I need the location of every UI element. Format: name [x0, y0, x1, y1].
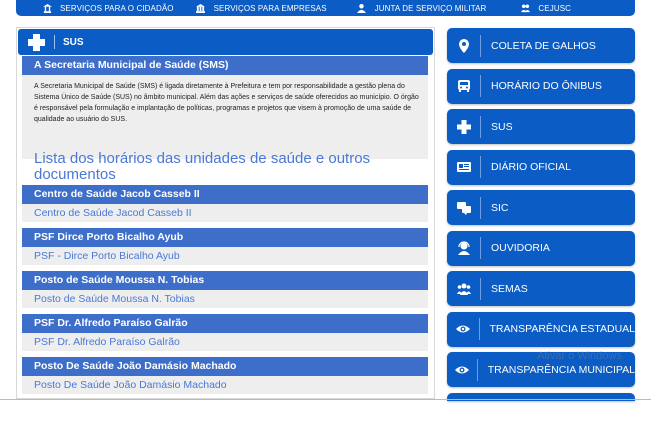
- sidebar-button-sus[interactable]: SUS: [447, 109, 635, 144]
- button-divider: [480, 115, 481, 138]
- sidebar-button-label: COLETA DE GALHOS: [491, 39, 596, 52]
- eye-icon: [453, 352, 472, 387]
- sidebar-button-semas[interactable]: SEMAS: [447, 271, 635, 306]
- watermark-subtext: ara: [592, 364, 603, 371]
- windows-activation-watermark: Ativar o Windows: [537, 350, 622, 362]
- info-title: A Secretaria Municipal de Saúde (SMS): [22, 56, 428, 75]
- building-icon: [196, 3, 206, 13]
- sidebar-button-transparencia-estadual[interactable]: TRANSPARÊNCIA ESTADUAL: [447, 311, 635, 347]
- main-content-panel: SUS A Secretaria Municipal de Saúde (SMS…: [16, 27, 435, 399]
- list-item: PSF Dr. Alfredo Paraíso Galrão PSF Dr. A…: [22, 314, 428, 351]
- sidebar-button-label: SIC: [491, 201, 509, 214]
- unit-name: Posto de Saúde Moussa N. Tobias: [22, 271, 428, 290]
- sidebar-button-label: SUS: [491, 120, 513, 133]
- medical-cross-icon: [453, 109, 475, 144]
- sidebar-button-coleta-de-galhos[interactable]: COLETA DE GALHOS: [447, 28, 635, 63]
- unit-document-link[interactable]: PSF Dr. Alfredo Paraíso Galrão: [22, 333, 428, 351]
- unit-name: Centro de Saúde Jacob Casseb II: [22, 185, 428, 204]
- nav-citizen-label: SERVIÇOS PARA O CIDADÃO: [60, 3, 174, 13]
- unit-name: PSF Dirce Porto Bicalho Ayub: [22, 228, 428, 247]
- button-divider: [480, 237, 481, 259]
- button-divider: [476, 358, 478, 381]
- nav-military-board[interactable]: JUNTA DE SERVIÇO MILITAR: [357, 0, 487, 16]
- bus-icon: [453, 69, 475, 104]
- unit-name: Posto De Saúde João Damásio Machado: [22, 357, 428, 376]
- list-item: Posto De Saúde João Damásio Machado Post…: [22, 357, 428, 394]
- sidebar-button-label: DIÁRIO OFICIAL: [491, 161, 571, 173]
- nav-cejusc[interactable]: CEJUSC: [520, 0, 571, 16]
- page-bottom-divider: [0, 399, 651, 400]
- people-icon: [453, 271, 475, 306]
- header-divider: [54, 35, 55, 49]
- top-navigation-bar: SERVIÇOS PARA O CIDADÃO SERVIÇOS PARA EM…: [16, 0, 635, 16]
- button-divider: [480, 156, 481, 178]
- sidebar-button-diario-oficial[interactable]: DIÁRIO OFICIAL: [447, 149, 635, 185]
- nav-business-label: SERVIÇOS PARA EMPRESAS: [213, 3, 327, 13]
- unit-name: PSF Dr. Alfredo Paraíso Galrão: [22, 314, 428, 333]
- list-item: PSF Dirce Porto Bicalho Ayub PSF - Dirce…: [22, 228, 428, 265]
- unit-document-link[interactable]: Posto de Saúde Moussa N. Tobias: [22, 290, 428, 308]
- nav-business-services[interactable]: SERVIÇOS PARA EMPRESAS: [196, 0, 327, 16]
- list-item: Centro de Saúde Jacob Casseb II Centro d…: [22, 185, 428, 222]
- handshake-icon: [520, 3, 530, 13]
- eye-icon: [453, 312, 474, 347]
- sidebar-button-sic[interactable]: SIC: [447, 190, 635, 225]
- unit-document-link[interactable]: PSF - Dirce Porto Bicalho Ayub: [22, 247, 428, 265]
- sidebar-button-label: HORÁRIO DO ÔNIBUS: [491, 80, 602, 92]
- unit-document-link[interactable]: Posto De Saúde João Damásio Machado: [22, 376, 428, 394]
- chat-icon: [453, 190, 475, 225]
- button-divider: [478, 318, 480, 340]
- info-box: A Secretaria Municipal de Saúde (SMS) A …: [22, 56, 428, 159]
- info-text: A Secretaria Municipal de Saúde (SMS) é …: [34, 83, 419, 123]
- sidebar-button-label: TRANSPARÊNCIA MUNICIPAL: [487, 363, 635, 376]
- unit-document-link[interactable]: Centro de Saúde Jacod Casseb II: [22, 204, 428, 222]
- section-header: SUS: [18, 29, 433, 55]
- sidebar-button-label: OUVIDORIA: [491, 242, 550, 254]
- button-divider: [480, 196, 481, 219]
- sidebar-button-label: SEMAS: [491, 282, 528, 295]
- medical-cross-icon: [28, 33, 45, 51]
- headset-icon: [453, 231, 475, 266]
- button-divider: [480, 277, 481, 300]
- sidebar-button-horario-onibus[interactable]: HORÁRIO DO ÔNIBUS: [447, 68, 635, 104]
- button-divider: [480, 75, 481, 97]
- section-title: SUS: [63, 36, 84, 48]
- nav-military-label: JUNTA DE SERVIÇO MILITAR: [374, 3, 487, 13]
- newspaper-icon: [453, 150, 475, 185]
- list-item: Posto de Saúde Moussa N. Tobias Posto de…: [22, 271, 428, 308]
- location-pin-icon: [453, 28, 475, 63]
- nav-cejusc-label: CEJUSC: [538, 3, 572, 13]
- sidebar-button-ouvidoria[interactable]: OUVIDORIA: [447, 230, 635, 266]
- citizen-icon: [42, 3, 52, 13]
- nav-citizen-services[interactable]: SERVIÇOS PARA O CIDADÃO: [42, 0, 174, 16]
- sidebar-button-label: TRANSPARÊNCIA ESTADUAL: [489, 323, 635, 335]
- health-units-list: Centro de Saúde Jacob Casseb II Centro d…: [22, 185, 428, 398]
- button-divider: [480, 34, 481, 57]
- person-icon: [357, 3, 367, 13]
- list-title: Lista dos horários das unidades de saúde…: [34, 150, 371, 183]
